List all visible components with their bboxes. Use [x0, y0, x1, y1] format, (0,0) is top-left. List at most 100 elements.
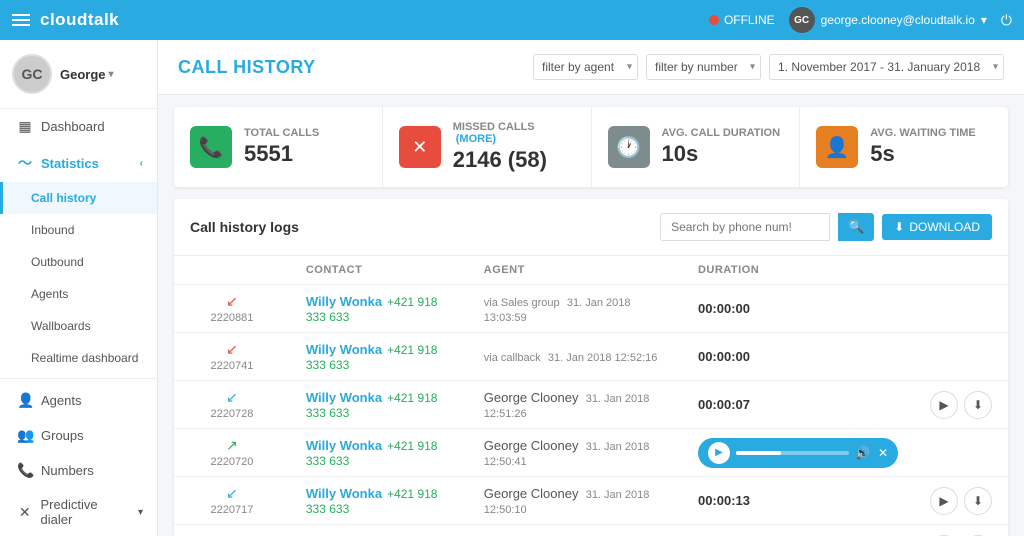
agents-icon: 👤	[17, 392, 33, 409]
user-menu[interactable]: GC george.clooney@cloudtalk.io ▾	[789, 7, 987, 33]
call-history-table: CONTACT AGENT DURATION ↙2220881Willy Won…	[174, 256, 1008, 536]
filter-number-select[interactable]: filter by number	[646, 54, 761, 80]
sidebar-item-outbound[interactable]: Outbound	[0, 246, 157, 278]
sidebar-item-label: Outbound	[31, 255, 84, 269]
progress-fill	[736, 451, 781, 455]
search-button[interactable]: 🔍	[838, 213, 874, 241]
main-header: CALL HISTORY filter by agent filter by n…	[158, 40, 1024, 95]
filter-agent-select[interactable]: filter by agent	[533, 54, 638, 80]
sidebar-item-call-history[interactable]: Call history	[0, 182, 157, 214]
predictive-chevron: ▾	[138, 507, 143, 518]
total-calls-value: 5551	[244, 141, 319, 167]
page-title: CALL HISTORY	[178, 57, 316, 78]
download-recording-button[interactable]: ⬇	[964, 391, 992, 419]
sidebar-item-inbound[interactable]: Inbound	[0, 214, 157, 246]
avg-duration-icon: 🕐	[608, 126, 650, 168]
close-player-button[interactable]: ✕	[878, 446, 888, 460]
table-actions: 🔍 ⬇ DOWNLOAD	[660, 213, 992, 241]
contact-name-cell: Willy Wonka+421 918 333 633	[290, 333, 468, 381]
statistics-icon: 〜	[17, 153, 33, 173]
total-calls-label: TOTAL CALLS	[244, 127, 319, 139]
contact-id-cell: ↙2220741	[174, 333, 290, 381]
predictive-icon: ✕	[17, 504, 32, 521]
avg-waiting-label: AVG. WAITING TIME	[870, 127, 976, 139]
statistics-chevron: ‹	[140, 158, 143, 169]
col-actions	[914, 256, 1008, 285]
sidebar-item-predictive[interactable]: ✕ Predictive dialer ▾	[0, 488, 157, 536]
groups-icon: 👥	[17, 427, 33, 444]
hamburger-menu[interactable]	[12, 14, 30, 26]
sidebar-profile[interactable]: GC George ▾	[0, 40, 157, 109]
duration-cell: ▶ 🔊 ✕	[682, 429, 914, 477]
call-id: 2220741	[211, 360, 254, 372]
contact-name[interactable]: Willy Wonka	[306, 294, 382, 309]
table-row: ↗2220720Willy Wonka+421 918 333 633Georg…	[174, 429, 1008, 477]
sidebar-item-label: Groups	[41, 428, 84, 443]
stat-total-calls: 📞 TOTAL CALLS 5551	[174, 107, 383, 187]
more-link[interactable]: (MORE)	[456, 133, 496, 145]
table-row: ↙2220717Willy Wonka+421 918 333 633Georg…	[174, 477, 1008, 525]
header-filters: filter by agent filter by number 1. Nove…	[533, 54, 1004, 80]
filter-agent-wrapper: filter by agent	[533, 54, 638, 80]
agent-cell: via callback 31. Jan 2018 12:52:16	[468, 333, 682, 381]
sidebar-item-statistics[interactable]: 〜 Statistics ‹	[0, 144, 157, 182]
date-range-select[interactable]: 1. November 2017 - 31. January 2018	[769, 54, 1004, 80]
avg-duration-label: AVG. CALL DURATION	[662, 127, 781, 139]
play-button[interactable]: ▶	[708, 442, 730, 464]
download-recording-button[interactable]: ⬇	[964, 487, 992, 515]
table-header: Call history logs 🔍 ⬇ DOWNLOAD	[174, 199, 1008, 256]
contact-name[interactable]: Willy Wonka	[306, 390, 382, 405]
sidebar-item-realtime[interactable]: Realtime dashboard	[0, 342, 157, 374]
search-input[interactable]	[660, 213, 830, 241]
download-button[interactable]: ⬇ DOWNLOAD	[882, 214, 992, 240]
audio-player: ▶ 🔊 ✕	[698, 438, 898, 468]
row-actions: ▶ ⬇	[930, 391, 992, 419]
sidebar-item-dashboard[interactable]: ▦ Dashboard	[0, 109, 157, 144]
contact-name[interactable]: Willy Wonka	[306, 438, 382, 453]
agent-name: George Clooney	[484, 390, 579, 405]
contact-id-cell: ↙2220717	[174, 477, 290, 525]
call-type-icon: ↙	[226, 293, 238, 310]
table-row: ↙2220728Willy Wonka+421 918 333 633Georg…	[174, 381, 1008, 429]
play-recording-button[interactable]: ▶	[930, 391, 958, 419]
actions-cell	[914, 333, 1008, 381]
sidebar-item-agents-stat[interactable]: Agents	[0, 278, 157, 310]
volume-icon[interactable]: 🔊	[855, 446, 870, 460]
contact-name[interactable]: Willy Wonka	[306, 342, 382, 357]
sidebar-item-agents[interactable]: 👤 Agents	[0, 383, 157, 418]
table-row: ↙2220881Willy Wonka+421 918 333 633via S…	[174, 285, 1008, 333]
status-dot	[709, 15, 719, 25]
sidebar-item-label: Numbers	[41, 463, 94, 478]
sidebar-item-label: Wallboards	[31, 319, 91, 333]
play-recording-button[interactable]: ▶	[930, 487, 958, 515]
col-contact: CONTACT	[290, 256, 468, 285]
sidebar-item-groups[interactable]: 👥 Groups	[0, 418, 157, 453]
avatar: GC	[12, 54, 52, 94]
sidebar-item-numbers[interactable]: 📞 Numbers	[0, 453, 157, 488]
actions-cell	[914, 285, 1008, 333]
status-indicator[interactable]: OFFLINE	[709, 13, 775, 27]
sidebar-item-wallboards[interactable]: Wallboards	[0, 310, 157, 342]
sidebar-item-label: Call history	[31, 191, 96, 205]
actions-cell	[914, 429, 1008, 477]
table-row: ↙2220741Willy Wonka+421 918 333 633via c…	[174, 333, 1008, 381]
contact-name-cell: Willy Wonka+421 918 333 633	[290, 429, 468, 477]
duration-cell: 00:00:13	[682, 477, 914, 525]
nav-right: OFFLINE GC george.clooney@cloudtalk.io ▾…	[709, 7, 1012, 33]
call-type-icon: ↗	[226, 437, 238, 454]
sidebar-item-label: Agents	[41, 393, 81, 408]
avg-waiting-icon: 👤	[816, 126, 858, 168]
power-icon[interactable]: ⏻	[1001, 12, 1012, 29]
avg-waiting-value: 5s	[870, 141, 976, 167]
duration-cell: 00:00:05	[682, 525, 914, 536]
agent-name: via callback	[484, 352, 541, 364]
sidebar: GC George ▾ ▦ Dashboard 〜 Statistics ‹ C…	[0, 40, 158, 536]
contact-name[interactable]: Willy Wonka	[306, 486, 382, 501]
agent-cell: via Sales group 31. Jan 2018 13:03:59	[468, 285, 682, 333]
table-title: Call history logs	[190, 219, 299, 235]
actions-cell: ▶ ⬇	[914, 381, 1008, 429]
progress-bar[interactable]	[736, 451, 849, 455]
sidebar-separator	[0, 378, 157, 379]
duration-cell: 00:00:07	[682, 381, 914, 429]
agent-cell: George Clooney 31. Jan 2018 12:50:41	[468, 429, 682, 477]
